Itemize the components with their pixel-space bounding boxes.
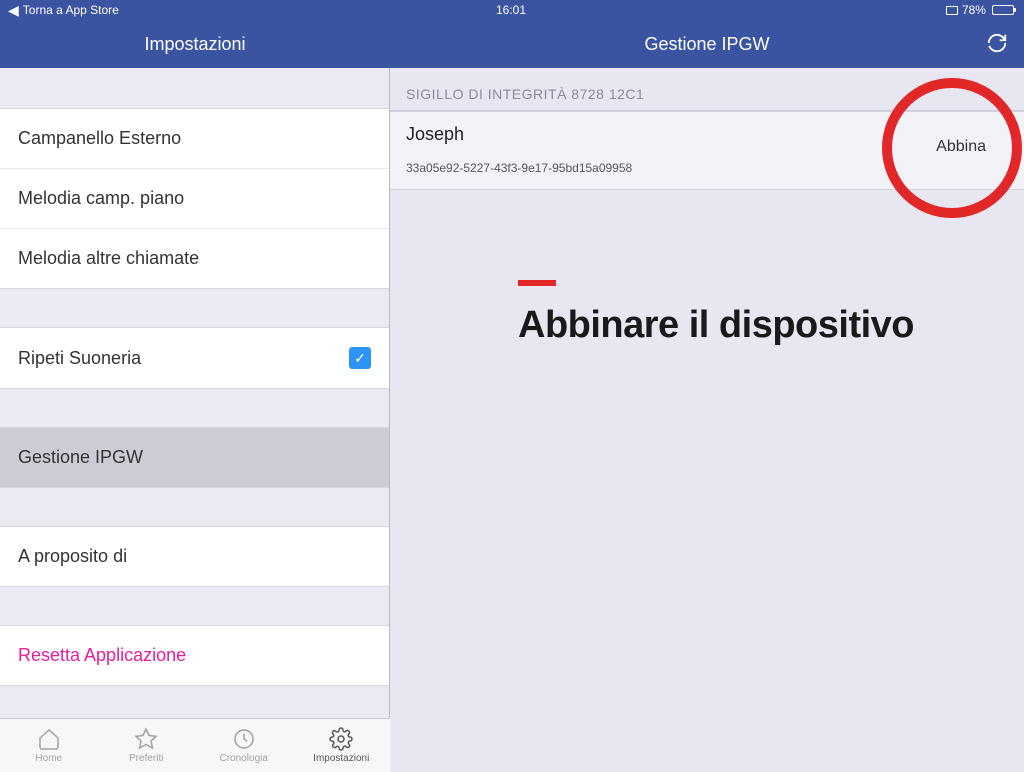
setting-gestione-ipgw[interactable]: Gestione IPGW — [0, 428, 389, 487]
setting-campanello-esterno[interactable]: Campanello Esterno — [0, 109, 389, 169]
settings-group-reset: Resetta Applicazione — [0, 625, 389, 686]
setting-melodia-piano[interactable]: Melodia camp. piano — [0, 169, 389, 229]
setting-ripeti-suoneria[interactable]: Ripeti Suoneria ✓ — [0, 328, 389, 388]
setting-label: Gestione IPGW — [18, 447, 143, 468]
status-bar: ◀ Torna a App Store 16:01 78% — [0, 0, 1024, 20]
setting-label: Ripeti Suoneria — [18, 348, 141, 369]
tab-label: Impostazioni — [313, 753, 369, 764]
overlay-caption: Abbinare il dispositivo — [518, 280, 914, 347]
settings-group-about: A proposito di — [0, 526, 389, 587]
home-icon — [37, 727, 61, 751]
settings-group-ipgw: Gestione IPGW — [0, 427, 389, 488]
master-title: Impostazioni — [144, 34, 245, 55]
tab-label: Home — [35, 753, 62, 764]
refresh-button[interactable] — [986, 32, 1008, 60]
status-time: 16:01 — [496, 3, 526, 17]
orientation-icon — [946, 6, 958, 15]
settings-master: Campanello Esterno Melodia camp. piano M… — [0, 0, 390, 772]
setting-label: A proposito di — [18, 546, 127, 567]
checkbox-checked-icon[interactable]: ✓ — [349, 347, 371, 369]
setting-label: Campanello Esterno — [18, 128, 181, 149]
setting-a-proposito-di[interactable]: A proposito di — [0, 527, 389, 586]
setting-resetta-app[interactable]: Resetta Applicazione — [0, 626, 389, 685]
device-card: Joseph 33a05e92-5227-43f3-9e17-95bd15a09… — [390, 111, 1024, 190]
tab-label: Preferiti — [129, 753, 163, 764]
detail-title: Gestione IPGW — [644, 34, 769, 55]
setting-label: Melodia altre chiamate — [18, 248, 199, 269]
settings-group-ripeti: Ripeti Suoneria ✓ — [0, 327, 389, 389]
tab-home[interactable]: Home — [0, 719, 98, 772]
tab-cronologia[interactable]: Cronologia — [195, 719, 293, 772]
device-uuid: 33a05e92-5227-43f3-9e17-95bd15a09958 — [406, 161, 1008, 175]
back-caret-icon[interactable]: ◀ — [8, 3, 19, 17]
gear-icon — [329, 727, 353, 751]
tab-impostazioni[interactable]: Impostazioni — [293, 719, 391, 772]
tab-preferiti[interactable]: Preferiti — [98, 719, 196, 772]
settings-group-sounds: Campanello Esterno Melodia camp. piano M… — [0, 108, 389, 289]
setting-melodia-altre[interactable]: Melodia altre chiamate — [0, 229, 389, 288]
detail-pane: SIGILLO DI INTEGRITÀ 8728 12C1 Joseph 33… — [390, 0, 1024, 772]
pair-button[interactable]: Abbina — [936, 138, 986, 156]
setting-label: Melodia camp. piano — [18, 188, 184, 209]
star-icon — [134, 727, 158, 751]
battery-percent: 78% — [962, 3, 986, 17]
section-header: SIGILLO DI INTEGRITÀ 8728 12C1 — [390, 68, 1024, 111]
tab-bar: Home Preferiti Cronologia — [0, 718, 390, 772]
overlay-accent-bar — [518, 280, 556, 286]
setting-label: Resetta Applicazione — [18, 645, 186, 666]
header-bar: Impostazioni Gestione IPGW — [0, 20, 1024, 68]
back-to-appstore[interactable]: Torna a App Store — [23, 3, 119, 17]
refresh-icon — [986, 32, 1008, 54]
clock-icon — [232, 727, 256, 751]
battery-icon — [992, 5, 1014, 15]
device-name: Joseph — [406, 124, 1008, 145]
tab-label: Cronologia — [220, 753, 268, 764]
overlay-title-text: Abbinare il dispositivo — [518, 304, 914, 347]
